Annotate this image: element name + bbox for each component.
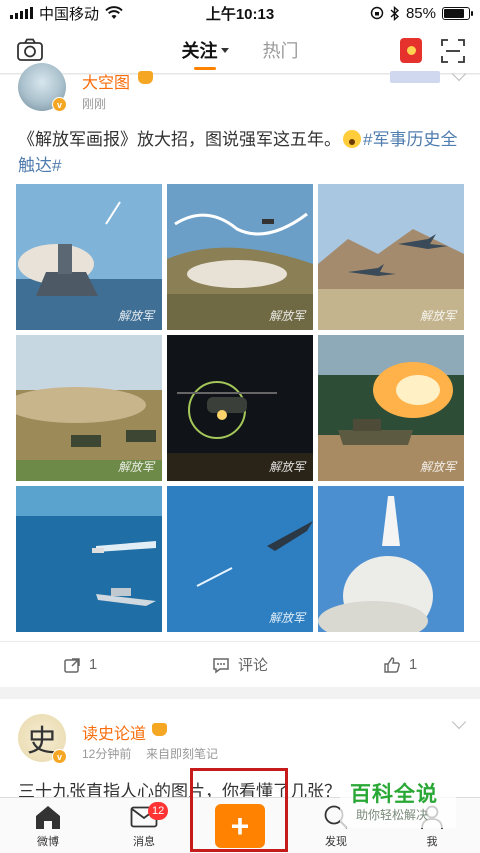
surprised-emoji-icon — [343, 130, 361, 148]
tab-hot-label: 热门 — [262, 41, 299, 61]
caret-down-icon — [220, 47, 229, 53]
tab-following[interactable]: 关注 — [182, 26, 229, 74]
photo-tanks-dust[interactable]: 解放军 — [16, 335, 162, 481]
photo-watermark: 解放军 — [117, 309, 154, 323]
wifi-icon — [105, 6, 123, 19]
comment-button[interactable]: 评论 — [160, 642, 320, 687]
chevron-down-icon[interactable] — [451, 714, 467, 730]
post-source: 来自即刻笔记 — [146, 747, 219, 761]
repost-count: 1 — [88, 656, 98, 673]
photo-helicopter-night[interactable]: 解放军 — [167, 335, 313, 481]
tab-messages[interactable]: 12 消息 — [96, 798, 192, 853]
verified-badge-icon: v — [52, 97, 67, 112]
compose-slot: + — [192, 798, 288, 853]
battery-fill — [444, 8, 465, 18]
tab-following-label: 关注 — [181, 41, 218, 61]
scan-icon[interactable] — [440, 38, 466, 64]
like-count: 1 — [408, 656, 418, 673]
watermark-title: 百科全说 — [350, 783, 438, 806]
post-header: v 大空图 刚刚 — [0, 63, 480, 119]
photo-jets-mountains[interactable]: 解放军 — [318, 184, 464, 330]
photo-grid: 解放军 解放军 解放军 解放军 解放军 解放军 解放军 — [16, 184, 464, 632]
member-tag-icon — [390, 71, 440, 83]
photo-watermark: 解放军 — [268, 309, 305, 323]
photo-helicopters-hills[interactable]: 解放军 — [167, 184, 313, 330]
photo-watermark: 解放军 — [268, 611, 305, 625]
post-action-bar: 1 评论 1 — [0, 641, 480, 687]
photo-jet-missile[interactable]: 解放军 — [167, 486, 313, 632]
status-left: 中国移动 — [10, 3, 123, 24]
plus-icon: + — [230, 808, 250, 844]
bluetooth-icon — [390, 5, 400, 21]
photo-watermark: 解放军 — [268, 460, 305, 474]
tab-profile-label: 我 — [426, 836, 438, 848]
unread-badge: 12 — [148, 802, 169, 820]
comment-icon — [213, 657, 229, 673]
photo-tank-fire[interactable]: 解放军 — [318, 335, 464, 481]
battery-percent: 85% — [405, 4, 436, 22]
post-text[interactable]: 《解放军画报》放大招，图说强军这五年。 #军事历史全触达# — [0, 119, 480, 179]
active-tab-indicator — [194, 67, 216, 70]
photo-missile-launch[interactable] — [318, 486, 464, 632]
clock: 上午10:13 — [205, 5, 275, 23]
photo-watermark: 解放军 — [419, 309, 456, 323]
user-name[interactable]: 大空图 — [82, 69, 130, 93]
photo-watermark: 解放军 — [419, 460, 456, 474]
repost-button[interactable]: 1 — [0, 642, 160, 687]
post-time: 12分钟前 — [82, 747, 132, 761]
battery-icon — [442, 6, 473, 20]
like-button[interactable]: 1 — [320, 642, 480, 687]
tab-hot[interactable]: 热门 — [263, 26, 299, 74]
red-packet-icon[interactable] — [400, 38, 422, 63]
tab-home-label: 微博 — [37, 836, 59, 848]
signal-icon — [10, 7, 33, 19]
tab-home[interactable]: 微博 — [0, 798, 96, 853]
photo-warship-firing[interactable]: 解放军 — [16, 184, 162, 330]
vip-crown-icon — [138, 71, 153, 84]
post-card[interactable]: v 大空图 刚刚 《解放军画报》放大招，图说强军这五年。 #军事历史全触达# 解… — [0, 63, 480, 687]
user-name[interactable]: 读史论道 — [82, 720, 146, 744]
tab-messages-label: 消息 — [133, 836, 155, 848]
vip-crown-icon — [152, 723, 167, 736]
tab-discover-label: 发现 — [325, 836, 347, 848]
repost-icon — [64, 657, 80, 673]
post-body: 《解放军画报》放大招，图说强军这五年。 — [18, 130, 341, 149]
carrier-label: 中国移动 — [39, 5, 100, 23]
comment-label: 评论 — [237, 657, 268, 674]
home-icon — [33, 803, 63, 831]
verified-badge-icon: v — [52, 749, 67, 764]
status-bar: 中国移动 上午10:13 85% — [0, 0, 480, 26]
compose-button[interactable]: + — [215, 804, 265, 848]
feed[interactable]: v 大空图 刚刚 《解放军画报》放大招，图说强军这五年。 #军事历史全触达# 解… — [0, 63, 480, 819]
weibo-feed-screen: 中国移动 上午10:13 85% 关注 热门 v 大空图 刚刚 《解放军画报》放… — [0, 0, 480, 853]
photo-watermark: 解放军 — [117, 460, 154, 474]
photo-ships-sea[interactable] — [16, 486, 162, 632]
thumbs-up-icon — [384, 656, 400, 673]
post-time: 刚刚 — [82, 97, 107, 111]
lock-rotation-icon — [370, 6, 384, 20]
top-nav: 关注 热门 — [0, 26, 480, 74]
status-right: 85% — [370, 4, 473, 22]
watermark-subtitle: 助你轻松解决 — [356, 808, 429, 822]
